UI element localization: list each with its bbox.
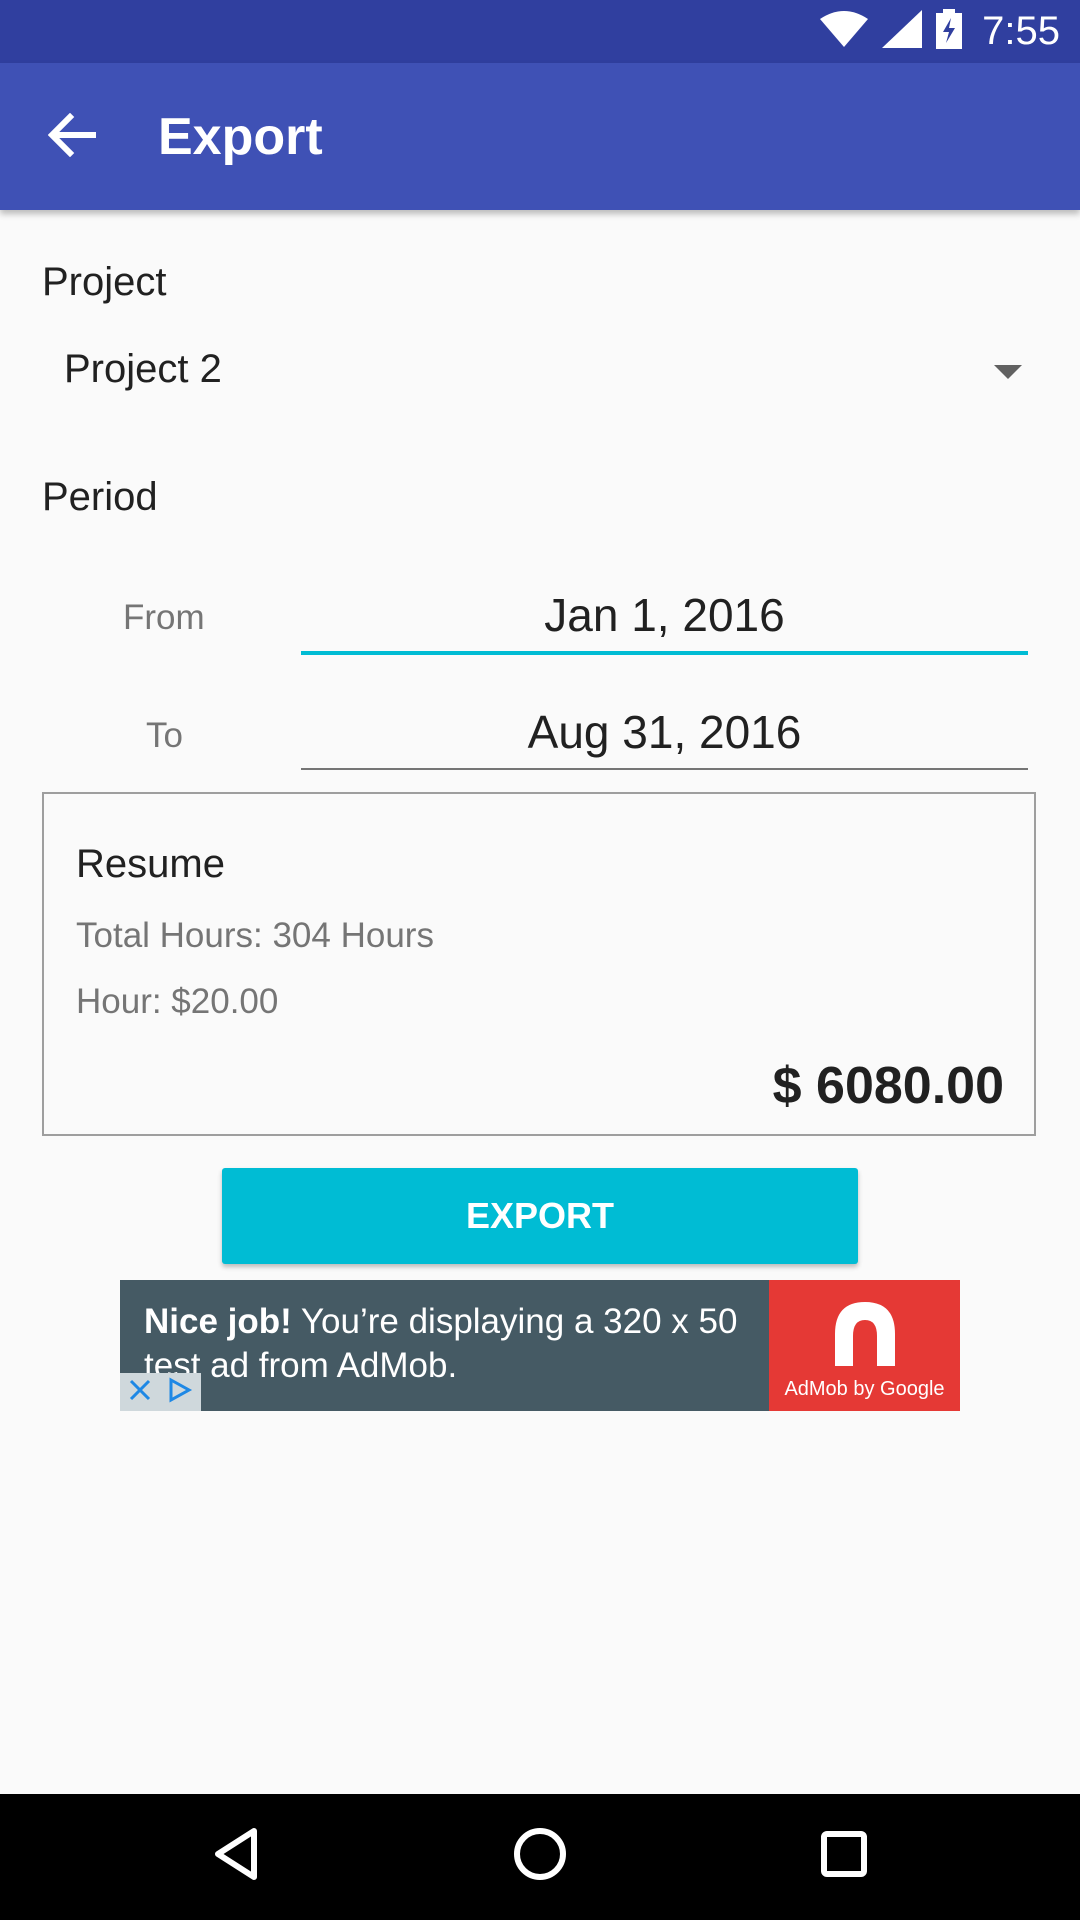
resume-card: Resume Total Hours: 304 Hours Hour: $20.… — [42, 792, 1036, 1136]
triangle-back-icon — [212, 1827, 260, 1886]
ad-choices[interactable] — [120, 1373, 201, 1411]
project-label: Project — [42, 260, 167, 304]
app-bar: Export — [0, 63, 1080, 210]
signal-icon — [882, 10, 923, 53]
ad-headline-bold: Nice job! — [144, 1302, 292, 1341]
hour-rate-text: Hour: $20.00 — [76, 982, 279, 1021]
to-date-underline — [301, 768, 1028, 770]
admob-icon — [825, 1294, 905, 1379]
total-hours-text: Total Hours: 304 Hours — [76, 916, 434, 955]
to-label: To — [146, 716, 183, 755]
arrow-back-icon — [47, 112, 97, 162]
dropdown-arrow-icon — [994, 365, 1022, 384]
from-date-underline — [301, 651, 1028, 655]
close-icon[interactable] — [128, 1378, 152, 1407]
page-title: Export — [158, 108, 323, 166]
export-button[interactable]: EXPORT — [222, 1168, 858, 1264]
square-recents-icon — [820, 1830, 868, 1883]
from-label: From — [123, 598, 205, 637]
ad-banner[interactable]: Nice job! You’re displaying a 320 x 50 t… — [120, 1280, 960, 1411]
wifi-icon — [820, 11, 869, 52]
status-icons: 7:55 — [820, 0, 1060, 63]
to-date-field[interactable]: Aug 31, 2016 — [301, 692, 1028, 772]
status-bar: 7:55 — [0, 0, 1080, 63]
resume-title: Resume — [76, 842, 225, 886]
navigation-bar — [0, 1794, 1080, 1920]
project-spinner[interactable]: Project 2 — [42, 335, 1032, 415]
ad-logo-caption: AdMob by Google — [784, 1378, 945, 1400]
total-amount: $ 6080.00 — [772, 1057, 1004, 1115]
period-label: Period — [42, 475, 158, 519]
circle-home-icon — [513, 1827, 567, 1886]
admob-logo: AdMob by Google — [769, 1280, 960, 1411]
back-button[interactable] — [42, 107, 102, 167]
nav-recents-button[interactable] — [814, 1826, 874, 1886]
ad-text: Nice job! You’re displaying a 320 x 50 t… — [144, 1300, 764, 1388]
from-date-field[interactable]: Jan 1, 2016 — [301, 575, 1028, 655]
project-selected-value: Project 2 — [64, 347, 222, 391]
status-time: 7:55 — [982, 9, 1060, 53]
nav-back-button[interactable] — [206, 1826, 266, 1886]
battery-charging-icon — [936, 9, 963, 54]
adchoices-icon[interactable] — [167, 1376, 193, 1408]
nav-home-button[interactable] — [510, 1826, 570, 1886]
